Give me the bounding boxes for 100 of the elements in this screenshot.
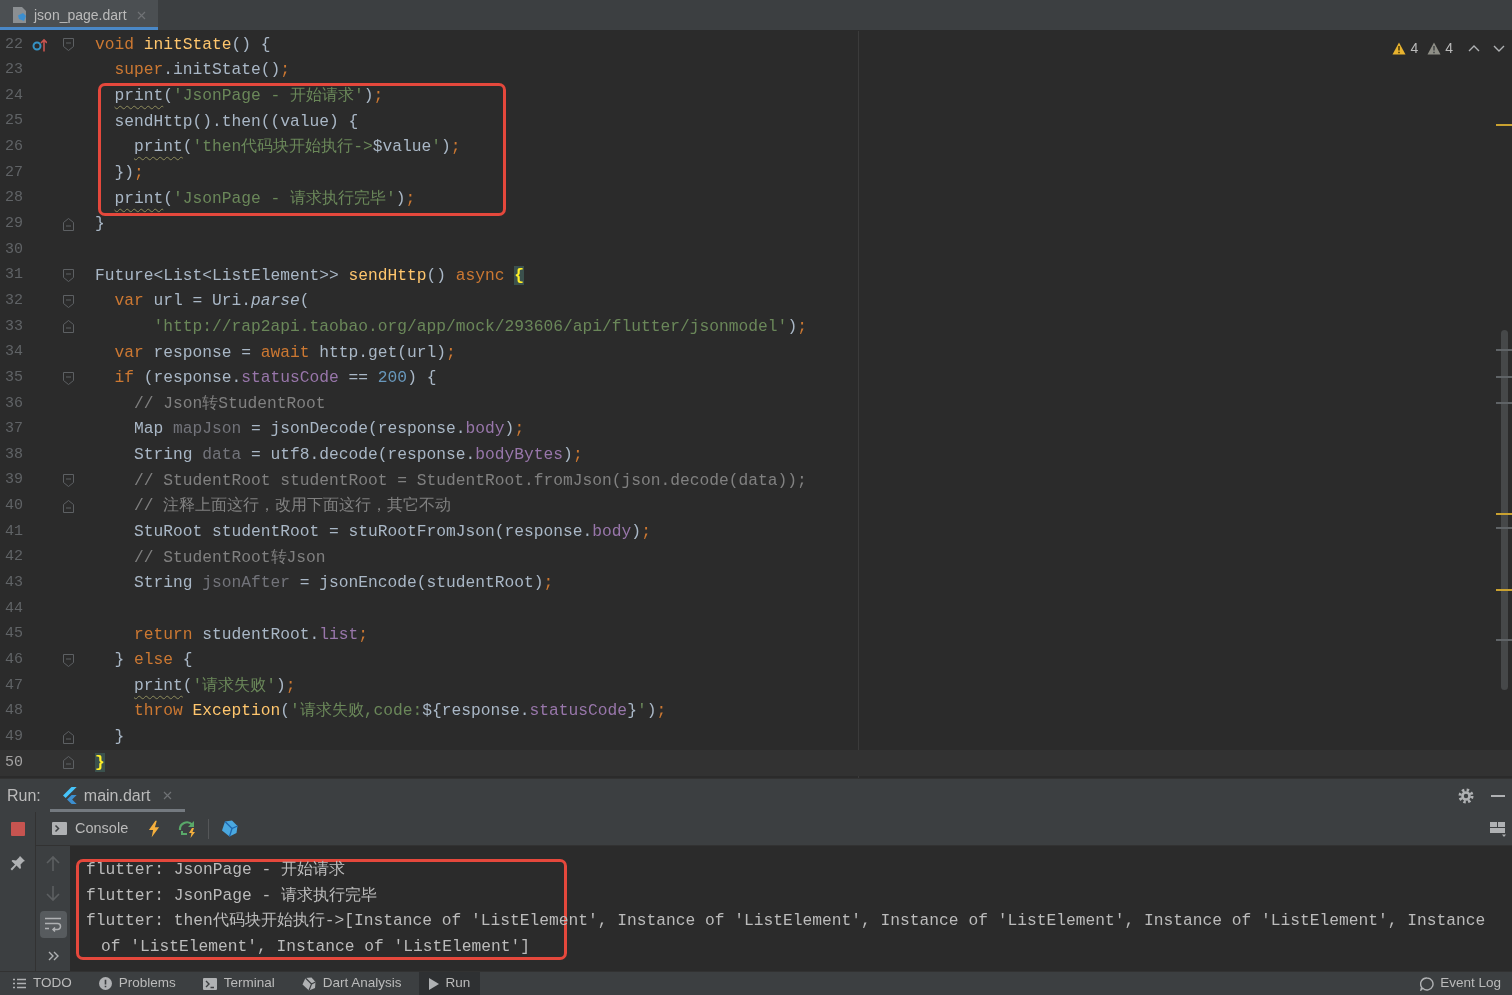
warning-triangle-icon — [1392, 42, 1407, 55]
code-line: StuRoot studentRoot = stuRootFromJson(response.body); — [134, 521, 651, 543]
stop-icon[interactable] — [10, 822, 25, 836]
hexagon-icon[interactable] — [221, 820, 239, 837]
line-number: 31 — [5, 265, 23, 286]
fold-marker-icon[interactable] — [62, 730, 74, 744]
panel-title: Run: — [7, 785, 41, 806]
tool-window-tab[interactable]: Dart Analysis — [291, 972, 412, 995]
line-number: 46 — [5, 649, 23, 670]
code-line: sendHttp().then((value) { — [114, 110, 359, 133]
console-line: flutter: JsonPage - 请求执行完毕 — [86, 884, 378, 907]
up-caret-icon[interactable] — [1468, 45, 1480, 52]
line-number: 28 — [5, 188, 23, 209]
line-number: 47 — [5, 675, 23, 696]
close-icon[interactable] — [162, 791, 172, 800]
code-line: // Json转StudentRoot — [134, 392, 326, 415]
line-number: 30 — [5, 239, 23, 260]
code-line: void initState() { — [95, 33, 271, 56]
line-number: 40 — [5, 496, 23, 517]
code-line: String jsonAfter = jsonEncode(studentRoot); — [134, 572, 554, 595]
code-line: Map mapJson = jsonDecode(response.body); — [134, 418, 525, 441]
line-number: 36 — [5, 393, 23, 414]
editor-tab[interactable]: json_page.dart — [0, 0, 158, 30]
code-line: 'http://rap2api.taobao.org/app/mock/293606/api/flutter/jsonmodel'); — [153, 315, 807, 338]
line-number: 29 — [5, 214, 23, 235]
line-number: 27 — [5, 162, 23, 183]
code-line: var response = await http.get(url); — [114, 341, 456, 364]
line-number: 38 — [5, 444, 23, 465]
code-line: throw Exception('请求失败,code:${response.statusCode}'); — [134, 700, 667, 723]
warning-triangle-icon — [1427, 42, 1442, 55]
fold-marker-icon[interactable] — [62, 499, 74, 513]
minimize-icon[interactable] — [1491, 794, 1505, 797]
restart-icon[interactable] — [178, 819, 198, 838]
circle-up-arrow-icon[interactable] — [32, 37, 47, 52]
settings-icon[interactable] — [1458, 787, 1474, 804]
code-line: } — [95, 213, 105, 236]
tool-window-tab[interactable]: Terminal — [192, 972, 285, 995]
line-number: 23 — [5, 60, 23, 81]
warnings-button[interactable]: 4 — [1392, 38, 1419, 59]
line-number: 42 — [5, 547, 23, 568]
close-icon[interactable] — [136, 10, 146, 20]
code-line: }); — [114, 162, 144, 184]
line-number: 24 — [5, 85, 23, 106]
layout-icon[interactable] — [1490, 820, 1506, 837]
code-line: // StudentRoot转Json — [134, 546, 326, 569]
list-icon — [13, 978, 26, 989]
exclamation-circle-icon — [98, 977, 112, 990]
down-caret-icon[interactable] — [1493, 45, 1505, 52]
code-line: String data = utf8.decode(response.bodyBytes); — [134, 444, 583, 467]
terminal-icon — [52, 822, 67, 835]
code-line: return studentRoot.list; — [134, 623, 369, 646]
soft-wrap-button[interactable] — [39, 911, 67, 939]
fold-marker-icon[interactable] — [62, 474, 74, 488]
fold-marker-icon[interactable] — [62, 269, 74, 283]
code-line: print('then代码块开始执行->$value'); — [134, 136, 461, 159]
code-line: super.initState(); — [114, 59, 291, 82]
line-number: 49 — [5, 726, 23, 747]
terminal-icon — [202, 977, 217, 990]
double-chevron-icon[interactable] — [47, 950, 59, 961]
play-icon — [428, 977, 439, 990]
tool-window-tab[interactable]: Run — [418, 972, 481, 995]
code-line: // StudentRoot studentRoot = StudentRoot.fromJson(json.decode(data)); — [134, 469, 807, 492]
code-line: print('JsonPage - 开始请求'); — [114, 85, 384, 108]
lightning-icon[interactable] — [148, 819, 161, 838]
code-line: } else { — [114, 649, 193, 672]
fold-marker-icon[interactable] — [62, 294, 74, 308]
event-log-button[interactable]: Event Log — [1420, 972, 1512, 995]
fold-marker-icon[interactable] — [62, 217, 74, 231]
fold-marker-icon[interactable] — [62, 371, 74, 385]
line-number: 32 — [5, 290, 23, 311]
line-number: 41 — [5, 521, 23, 542]
line-number: 48 — [5, 701, 23, 722]
line-number: 44 — [5, 598, 23, 619]
tool-window-tab[interactable]: TODO — [3, 972, 82, 995]
code-line: print('JsonPage - 请求执行完毕'); — [114, 187, 416, 210]
code-line: if (response.statusCode == 200) { — [114, 367, 437, 390]
line-number: 34 — [5, 342, 23, 363]
console-tab[interactable]: Console — [52, 817, 129, 840]
fold-marker-icon[interactable] — [62, 320, 74, 334]
line-number: 26 — [5, 137, 23, 158]
line-number: 45 — [5, 624, 23, 645]
line-number: 39 — [5, 470, 23, 491]
logo-icon — [62, 787, 77, 804]
scrollbar-thumb[interactable] — [1501, 330, 1508, 690]
diamond-icon — [301, 976, 316, 991]
code-line: var url = Uri.parse( — [114, 290, 310, 313]
tool-window-tab[interactable]: Problems — [88, 972, 186, 995]
code-line: Future<List<ListElement>> sendHttp() async { — [95, 264, 525, 287]
fold-marker-icon[interactable] — [62, 38, 74, 52]
line-number: 33 — [5, 316, 23, 337]
pin-icon[interactable] — [9, 855, 26, 871]
code-line: } — [114, 726, 125, 749]
line-number: 43 — [5, 573, 23, 593]
fold-marker-icon[interactable] — [62, 756, 74, 770]
weak-warnings-button[interactable]: 4 — [1427, 38, 1453, 59]
line-number: 25 — [5, 111, 23, 132]
line-number: 50 — [5, 752, 23, 773]
code-line: print('请求失败'); — [134, 674, 296, 697]
line-number: 22 — [5, 34, 23, 55]
fold-marker-icon[interactable] — [62, 653, 74, 667]
